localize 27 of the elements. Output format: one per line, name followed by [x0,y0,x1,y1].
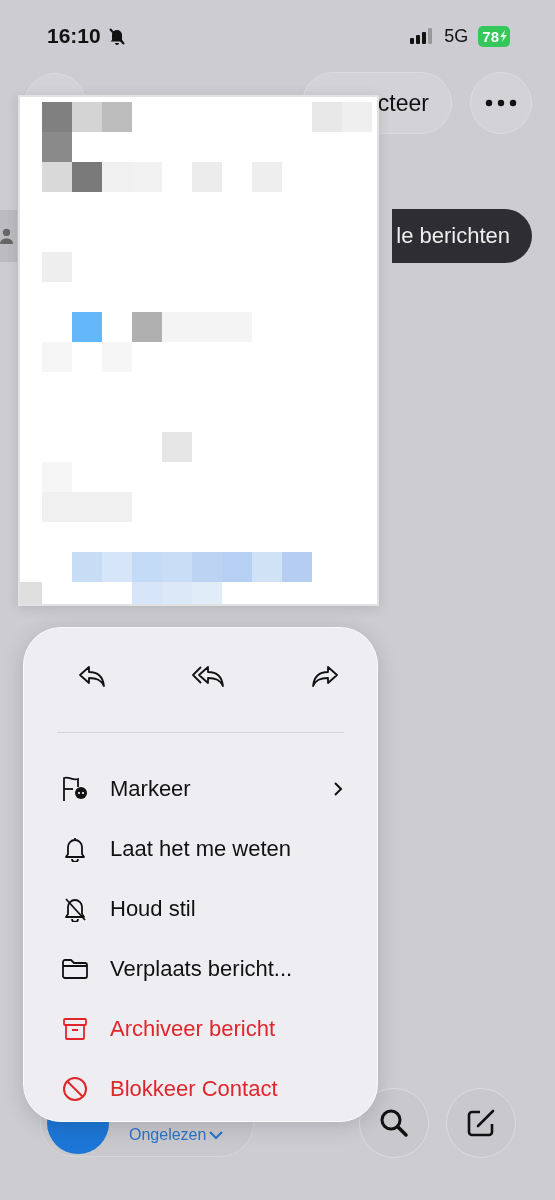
network-label: 5G [444,25,469,47]
folder-icon [61,958,89,980]
filter-chip[interactable]: le berichten [392,209,532,263]
reply-icon [78,664,108,688]
menu-item[interactable]: Houd stil [24,879,377,939]
menu-item[interactable]: Laat het me weten [24,819,377,879]
menu-item[interactable]: Markeer [24,759,377,819]
chevron-down-icon [208,1130,225,1140]
compose-icon [465,1107,497,1139]
menu-item[interactable]: Archiveer bericht [24,999,377,1059]
bell-icon [63,836,87,862]
forward-icon [309,664,339,688]
status-time: 16:10 [47,24,101,48]
more-icon [485,99,517,107]
bell-off-icon [106,26,127,46]
block-icon [62,1076,88,1102]
battery-indicator: 78 [478,25,510,47]
archive-icon [62,1017,88,1041]
signal-icon [410,28,435,44]
menu-item[interactable]: Verplaats bericht... [24,939,377,999]
bell-off-icon [63,896,87,922]
chevron-icon [333,781,343,797]
menu-item[interactable]: Blokkeer Contact [24,1059,377,1119]
flag-icon [61,776,89,802]
search-icon [379,1108,409,1138]
contacts-button[interactable] [0,210,17,262]
reply-all-icon [190,664,227,688]
